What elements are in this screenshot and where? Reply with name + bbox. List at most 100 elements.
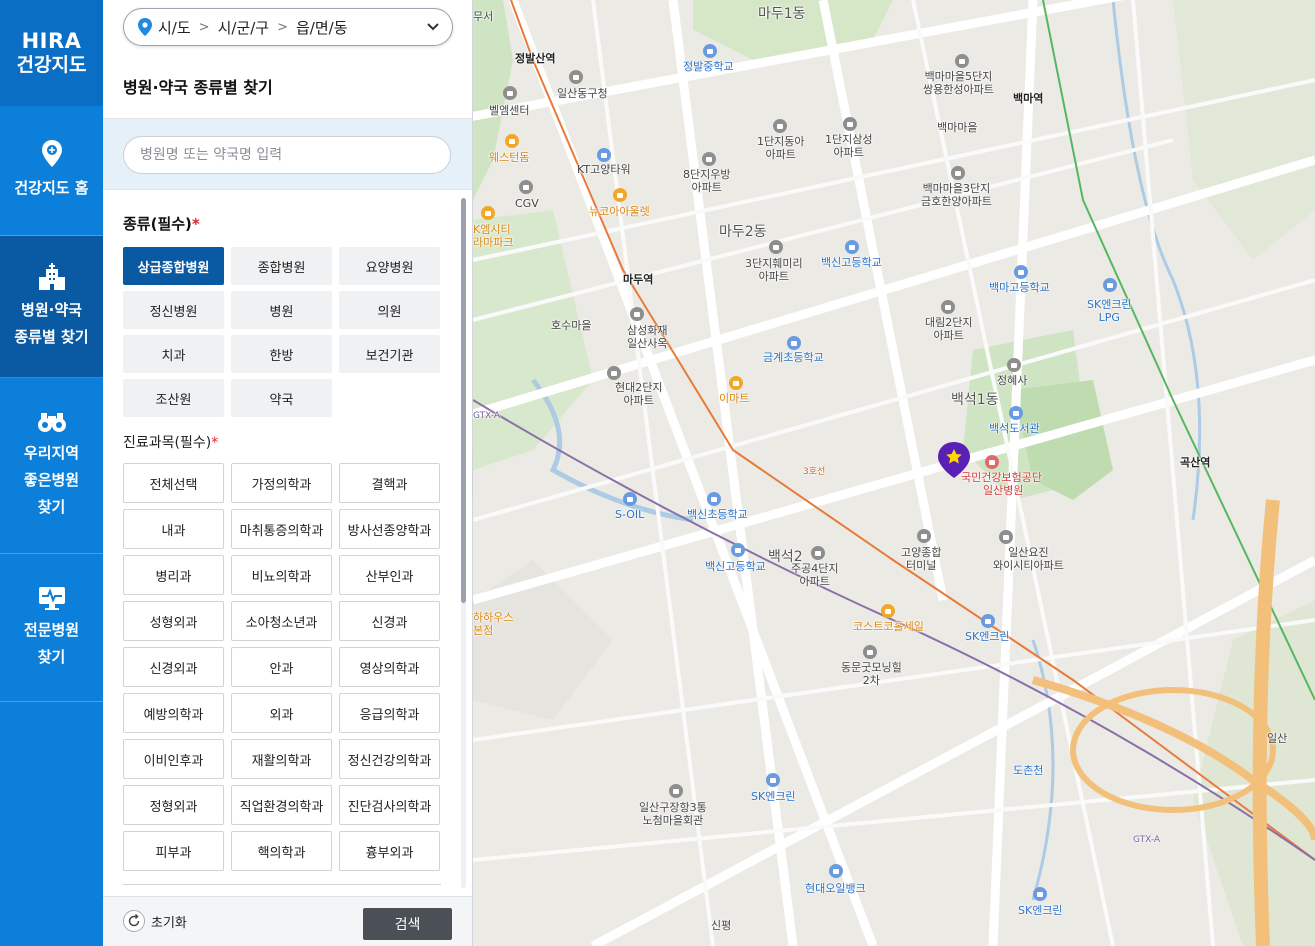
subject-option[interactable]: 전체선택: [123, 463, 224, 503]
subject-option[interactable]: 예방의학과: [123, 693, 224, 733]
nav-item-local-good-hospital[interactable]: 우리지역 좋은병원 찾기: [0, 378, 103, 554]
map-pin-icon: [41, 140, 62, 167]
hospital-icon: [985, 455, 999, 469]
subject-option[interactable]: 피부과: [123, 831, 224, 871]
shopping-icon: [881, 604, 895, 618]
subject-option[interactable]: 결핵과: [339, 463, 440, 503]
map-label: SK엔크린: [1018, 904, 1063, 917]
subject-option[interactable]: 병리과: [123, 555, 224, 595]
school-icon: [787, 336, 801, 350]
chevron-right-icon: >: [277, 19, 288, 35]
subject-option[interactable]: 신경외과: [123, 647, 224, 687]
map-label: 일산병원: [983, 484, 1024, 497]
map-label: 삼성화재 일산사옥: [627, 324, 668, 350]
kind-option[interactable]: 종합병원: [231, 247, 332, 285]
subject-option[interactable]: 정형외과: [123, 785, 224, 825]
nav-item-home[interactable]: 건강지도 홈: [0, 106, 103, 236]
subject-option[interactable]: 마취통증의학과: [231, 509, 332, 549]
panel-footer: 초기화 검색: [103, 896, 472, 946]
kind-option[interactable]: 의원: [339, 291, 440, 329]
subject-option[interactable]: 핵의학과: [231, 831, 332, 871]
subject-option[interactable]: 내과: [123, 509, 224, 549]
subject-option[interactable]: 정신건강의학과: [339, 739, 440, 779]
region-dong[interactable]: 읍/면/동: [296, 17, 348, 38]
map-label: 마두역: [623, 273, 654, 286]
subject-option[interactable]: 영상의학과: [339, 647, 440, 687]
nav-item-kind-label1: 병원·약국: [21, 300, 82, 319]
apartment-icon: [941, 300, 955, 314]
kind-option[interactable]: 보건기관: [339, 335, 440, 373]
panel-scrollbar[interactable]: [461, 198, 466, 888]
map-label: 마두1동: [758, 6, 806, 22]
kind-option[interactable]: 치과: [123, 335, 224, 373]
gas-station-icon: [1033, 887, 1047, 901]
kind-option[interactable]: 조산원: [123, 379, 224, 417]
kind-option[interactable]: 상급종합병원: [123, 247, 224, 285]
subject-option[interactable]: 응급의학과: [339, 693, 440, 733]
subject-option[interactable]: 비뇨의학과: [231, 555, 332, 595]
subject-option[interactable]: 흉부외과: [339, 831, 440, 871]
hospital-search-input[interactable]: [123, 136, 451, 174]
shopping-icon: [505, 134, 519, 148]
subject-option[interactable]: 방사선종양학과: [339, 509, 440, 549]
region-sido[interactable]: 시/도: [158, 17, 191, 38]
scrollbar-thumb[interactable]: [461, 198, 466, 603]
subject-option[interactable]: 성형외과: [123, 601, 224, 641]
map-label: SK엔크린 LPG: [1087, 298, 1132, 324]
map-label: 백마마을3단지 금호한양아파트: [921, 182, 992, 208]
map-label: 코스트코홀세일: [853, 620, 924, 633]
map-label: 무서: [473, 10, 494, 23]
nav-item-home-label: 건강지도 홈: [14, 179, 89, 197]
subject-option[interactable]: 이비인후과: [123, 739, 224, 779]
region-selector[interactable]: 시/도 > 시/군/구 > 읍/면/동: [123, 8, 453, 46]
subject-option[interactable]: 신경과: [339, 601, 440, 641]
map-view[interactable]: 마두1동 마두2동 백석1동 백석2 정발산역 마두역 백마역 곡산역 일산동구…: [473, 0, 1315, 946]
map-label: 금계초등학교: [763, 351, 824, 364]
nav-item-specialty-label2: 찾기: [37, 647, 66, 666]
apartment-icon: [863, 645, 877, 659]
logo-line2: 건강지도: [16, 54, 87, 76]
subject-option[interactable]: 가정의학과: [231, 463, 332, 503]
map-label: 이마트: [719, 392, 750, 405]
subject-option[interactable]: 안과: [231, 647, 332, 687]
map-label: GTX-A: [1133, 835, 1161, 845]
apartment-icon: [843, 117, 857, 131]
map-label: 백석1동: [951, 392, 999, 408]
map-label: 마두2동: [719, 224, 767, 240]
map-label: 고양종합 터미널: [901, 546, 942, 572]
kind-option[interactable]: 한방: [231, 335, 332, 373]
map-label: 곡산역: [1180, 456, 1211, 469]
subject-option[interactable]: 직업환경의학과: [231, 785, 332, 825]
nav-item-kind-search[interactable]: 병원·약국 종류별 찾기: [0, 236, 103, 378]
subject-option[interactable]: 재활의학과: [231, 739, 332, 779]
hira-logo[interactable]: HIRA 건강지도: [0, 0, 103, 106]
subject-option[interactable]: 진단검사의학과: [339, 785, 440, 825]
subject-option[interactable]: 산부인과: [339, 555, 440, 595]
kind-section-title: 종류(필수)*: [123, 213, 200, 234]
kind-option[interactable]: 정신병원: [123, 291, 224, 329]
shopping-icon: [613, 188, 627, 202]
subject-option[interactable]: 외과: [231, 693, 332, 733]
map-label: CGV: [515, 197, 539, 210]
reset-button[interactable]: 초기화: [123, 910, 187, 932]
chevron-right-icon: >: [198, 19, 210, 35]
kind-option[interactable]: 병원: [231, 291, 332, 329]
apartment-icon: [955, 54, 969, 68]
subject-option[interactable]: 소아청소년과: [231, 601, 332, 641]
map-label: 1단지동아 아파트: [757, 135, 805, 161]
map-label: 현대2단지 아파트: [615, 381, 663, 407]
map-label: 정혜사: [997, 374, 1028, 387]
nav-item-specialty-hospital[interactable]: 전문병원 찾기: [0, 554, 103, 702]
map-label: 정발중학교: [683, 60, 734, 73]
map-label: 백신고등학교: [821, 256, 882, 269]
search-button[interactable]: 검색: [363, 908, 452, 940]
search-panel: 시/도 > 시/군/구 > 읍/면/동 병원·약국 종류별 찾기 종류(필수)*…: [103, 0, 473, 946]
office-icon: [597, 148, 611, 162]
kind-option[interactable]: 약국: [231, 379, 332, 417]
kind-option[interactable]: 요양병원: [339, 247, 440, 285]
chevron-down-icon[interactable]: [426, 22, 440, 32]
region-sigungu[interactable]: 시/군/구: [218, 17, 270, 38]
left-nav: HIRA 건강지도 건강지도 홈 병원·약국 종류별 찾기 우리지역 좋은병원 …: [0, 0, 103, 946]
gas-station-icon: [623, 492, 637, 506]
bus-terminal-icon: [917, 529, 931, 543]
